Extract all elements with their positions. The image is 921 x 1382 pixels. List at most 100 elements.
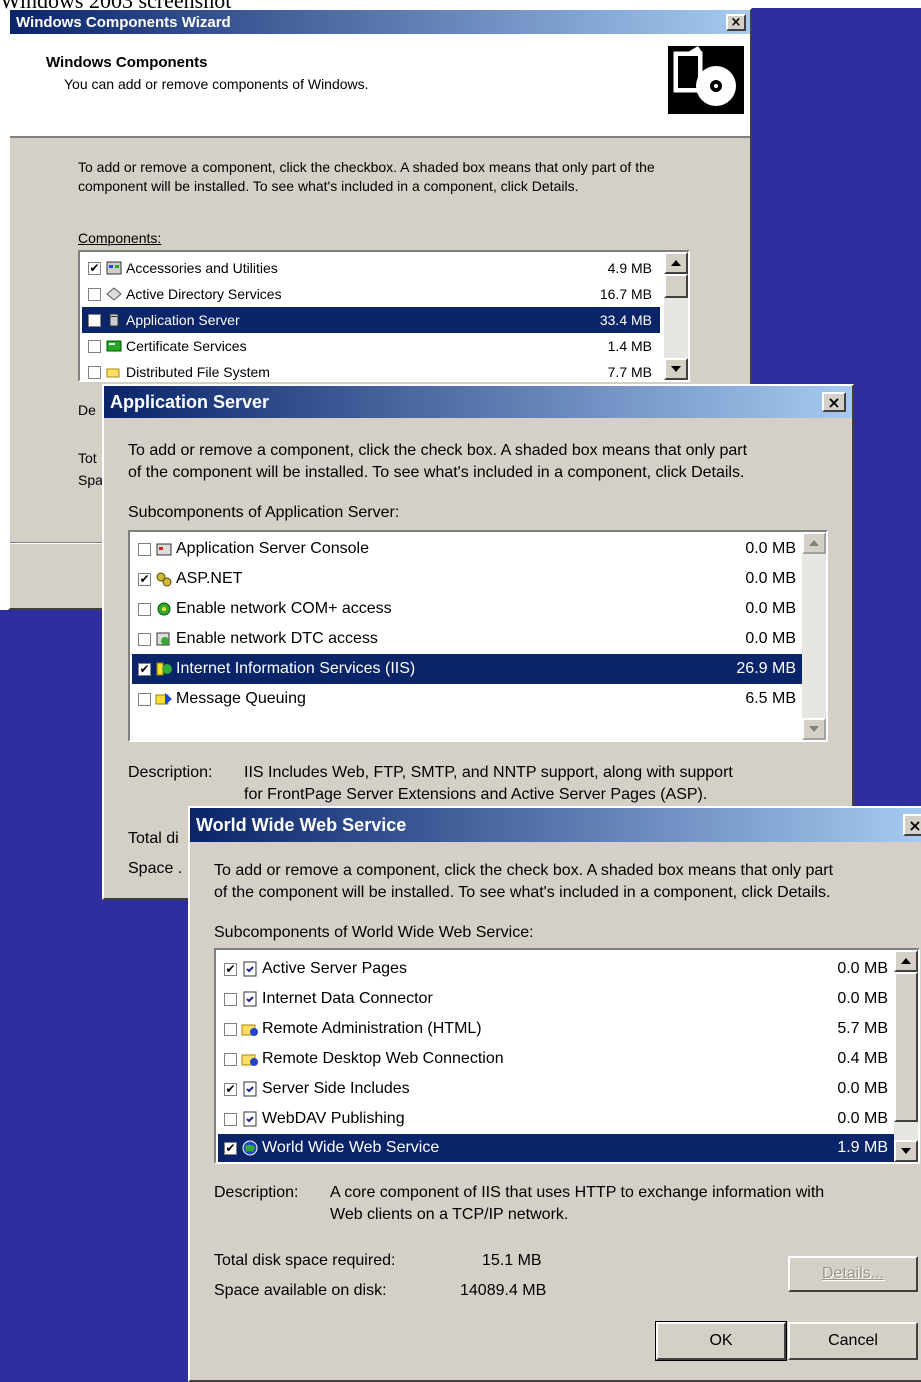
folder-globe-icon (241, 1051, 259, 1067)
subcomponent-checkbox[interactable]: ✔ (224, 1082, 237, 1096)
list-item[interactable]: ✔ Active Server Pages 0.0 MB (218, 954, 894, 984)
com-icon (155, 601, 173, 617)
appserver-description-line2: for FrontPage Server Extensions and Acti… (244, 786, 708, 803)
subcomponent-label: Server Side Includes (262, 1080, 410, 1097)
subcomponent-label: Remote Desktop Web Connection (262, 1050, 504, 1067)
details-button[interactable]: Details... (788, 1256, 918, 1292)
list-item[interactable]: ✔ Internet Information Services (IIS) 26… (132, 654, 802, 684)
scroll-up-button[interactable] (664, 252, 688, 274)
subcomponent-checkbox[interactable]: ✔ (138, 662, 151, 676)
subcomponent-checkbox[interactable] (138, 692, 151, 706)
list-item[interactable]: Remote Desktop Web Connection 0.4 MB (218, 1044, 894, 1074)
list-item[interactable]: Internet Data Connector 0.0 MB (218, 984, 894, 1014)
list-item[interactable]: ✔ ASP.NET 0.0 MB (132, 564, 802, 594)
components-label: Components: (78, 230, 162, 246)
subcomponent-size: 0.0 MB (745, 540, 796, 557)
appserver-total-stub: Total di (128, 830, 179, 847)
subcomponent-label: Active Server Pages (262, 960, 407, 977)
wizard-close-button[interactable]: × (726, 14, 746, 31)
appserver-instructions-line1: To add or remove a component, click the … (128, 442, 748, 459)
list-item[interactable]: Message Queuing 6.5 MB (132, 684, 802, 714)
component-checkbox[interactable]: ✔ (88, 261, 101, 275)
list-item[interactable]: Distributed File System 7.7 MB (82, 359, 660, 380)
globe-icon (241, 1140, 259, 1156)
appserver-scrollbar[interactable] (802, 532, 826, 740)
www-close-button[interactable]: × (903, 814, 921, 836)
scroll-down-button[interactable] (894, 1140, 918, 1162)
list-item[interactable]: ✔ World Wide Web Service 1.9 MB (218, 1134, 894, 1162)
subcomponent-label: Internet Data Connector (262, 990, 433, 1007)
wizard-description-stub: De (78, 402, 96, 418)
list-item[interactable]: ✔ Server Side Includes 0.0 MB (218, 1074, 894, 1104)
component-checkbox[interactable] (88, 287, 101, 301)
subcomponent-checkbox[interactable] (224, 1112, 237, 1126)
list-item[interactable]: Application Server 33.4 MB (82, 307, 660, 333)
subcomponent-checkbox[interactable] (138, 542, 151, 556)
component-label: Certificate Services (126, 338, 247, 354)
subcomponent-size: 0.0 MB (745, 570, 796, 587)
list-item[interactable]: Application Server Console 0.0 MB (132, 534, 802, 564)
subcomponent-checkbox[interactable] (224, 992, 237, 1006)
component-size: 16.7 MB (599, 286, 652, 302)
page-icon (241, 961, 259, 977)
list-item[interactable]: Enable network DTC access 0.0 MB (132, 624, 802, 654)
subcomponent-checkbox[interactable] (224, 1022, 237, 1036)
scroll-thumb[interactable] (664, 274, 688, 298)
component-size: 1.4 MB (607, 338, 652, 354)
list-item[interactable]: Remote Administration (HTML) 5.7 MB (218, 1014, 894, 1044)
subcomponent-size: 0.0 MB (837, 990, 888, 1007)
dtc-icon (155, 631, 173, 647)
www-subcomponents-list[interactable]: ✔ Active Server Pages 0.0 MB Internet Da… (214, 948, 920, 1164)
ok-button[interactable]: OK (655, 1321, 787, 1361)
total-disk-space-value: 15.1 MB (482, 1252, 542, 1269)
scroll-thumb[interactable] (894, 972, 918, 1122)
subcomponent-checkbox[interactable] (224, 1052, 237, 1066)
close-icon: × (908, 815, 921, 835)
components-scrollbar[interactable] (664, 252, 688, 380)
scroll-up-button[interactable] (802, 532, 826, 554)
components-list[interactable]: ✔ Accessories and Utilities 4.9 MB Activ… (78, 250, 690, 382)
component-checkbox[interactable] (88, 339, 101, 353)
subcomponent-checkbox[interactable]: ✔ (138, 572, 151, 586)
component-size: 33.4 MB (599, 312, 652, 328)
appserver-title: Application Server (110, 391, 270, 412)
appserver-instructions-line2: of the component will be installed. To s… (128, 464, 745, 481)
server-icon (105, 312, 123, 328)
certificate-icon (105, 338, 123, 354)
directory-icon (105, 286, 123, 302)
space-available-value: 14089.4 MB (460, 1282, 547, 1299)
list-item[interactable]: Enable network COM+ access 0.0 MB (132, 594, 802, 624)
list-item[interactable]: WebDAV Publishing 0.0 MB (218, 1104, 894, 1134)
component-checkbox[interactable] (88, 313, 101, 327)
scroll-up-button[interactable] (894, 950, 918, 972)
component-checkbox[interactable] (88, 365, 101, 379)
www-description-line2: Web clients on a TCP/IP network. (330, 1206, 569, 1223)
list-item[interactable]: Active Directory Services 16.7 MB (82, 281, 660, 307)
subcomponent-label: World Wide Web Service (262, 1139, 440, 1156)
appserver-close-button[interactable]: × (822, 392, 846, 412)
subcomponent-checkbox[interactable]: ✔ (224, 1141, 237, 1155)
subcomponent-checkbox[interactable] (138, 602, 151, 616)
accessories-icon (105, 260, 123, 276)
www-instructions-line2: of the component will be installed. To s… (214, 884, 831, 901)
appserver-subcomponents-list[interactable]: Application Server Console 0.0 MB ✔ ASP.… (128, 530, 828, 742)
scroll-down-button[interactable] (802, 718, 826, 740)
subcomponent-label: Application Server Console (176, 540, 369, 557)
component-label: Accessories and Utilities (126, 260, 278, 276)
subcomponent-checkbox[interactable] (138, 632, 151, 646)
subcomponent-size: 0.0 MB (837, 1110, 888, 1127)
desktop-background-bottom (100, 900, 200, 1382)
component-label: Distributed File System (126, 364, 270, 380)
subcomponent-checkbox[interactable]: ✔ (224, 962, 237, 976)
wizard-total-stub: Tot (78, 450, 97, 466)
scroll-down-button[interactable] (664, 358, 688, 380)
subcomponent-label: Message Queuing (176, 690, 306, 707)
subcomponent-size: 26.9 MB (736, 660, 796, 677)
www-scrollbar[interactable] (894, 950, 918, 1162)
list-item[interactable]: Certificate Services 1.4 MB (82, 333, 660, 359)
cancel-button[interactable]: Cancel (788, 1322, 918, 1360)
appserver-space-stub: Space . (128, 860, 183, 877)
subcomponent-label: Remote Administration (HTML) (262, 1020, 482, 1037)
page-icon (241, 991, 259, 1007)
list-item[interactable]: ✔ Accessories and Utilities 4.9 MB (82, 255, 660, 281)
